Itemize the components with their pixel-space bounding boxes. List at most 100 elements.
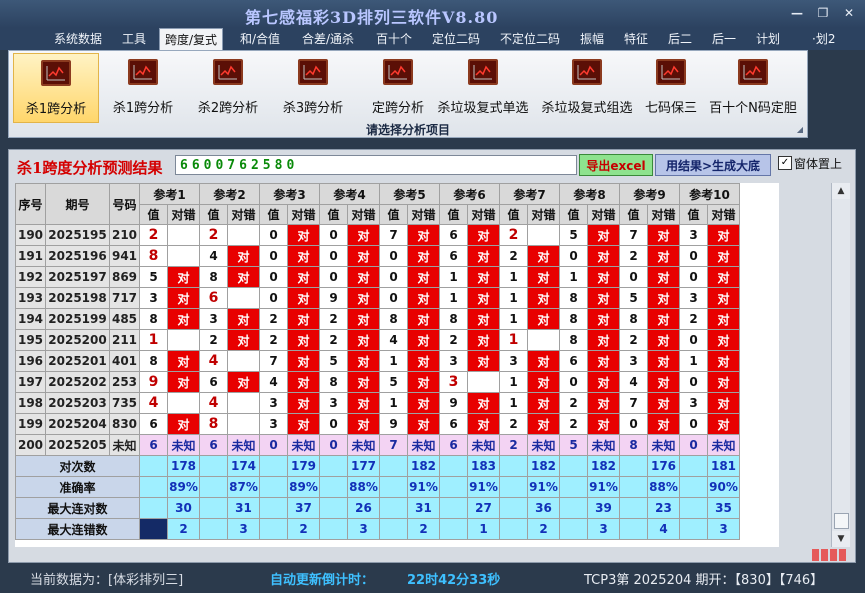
ref-hit-cell: 对 (467, 350, 500, 372)
title-bar: 第七感福彩3D排列三软件V8.80 — ❐ ✕ (0, 0, 865, 28)
row-seq: 196 (15, 350, 46, 372)
stats-value: 179 (287, 455, 320, 477)
chart-icon (128, 59, 158, 85)
stats-row: 对次数 178 174 179 177 182 183 182 182 176 181 (15, 455, 740, 477)
table-row[interactable]: 198 2025203 735 4 4 3 对 3 对 1 对 9 对 1 对 2 对 7 对 3 对 (15, 392, 740, 414)
prediction-row[interactable]: 200 2025205 未知 6 未知 6 未知 0 未知 0 未知 7 未知 6 未知 2 未知 5 未知 8 未知 0… (15, 434, 740, 456)
table-row[interactable]: 195 2025200 211 1 2 对 2 对 2 对 4 对 2 对 1 8 对 2 对 0 对 (15, 329, 740, 351)
expand-icon[interactable]: ◢ (797, 125, 803, 134)
ref-value: 6 (199, 371, 228, 393)
ref-value: 4 (379, 329, 408, 351)
ref-value: 8 (139, 308, 168, 330)
ref-value: 6 (439, 224, 468, 246)
stats-value: 91% (587, 476, 620, 498)
menu-item-4[interactable]: 和/合值 (240, 30, 280, 48)
ref-hit-cell: 对 (527, 350, 560, 372)
scroll-up-icon[interactable]: ▲ (832, 183, 850, 199)
stats-value: 2 (287, 518, 320, 540)
menu-item-9[interactable]: 振幅 (580, 30, 604, 48)
row-code: 485 (109, 308, 140, 330)
vertical-scrollbar[interactable]: ▲ ▼ (831, 183, 850, 547)
restore-icon[interactable]: ❐ (814, 6, 832, 20)
menu-item-12[interactable]: 后一 (712, 30, 736, 48)
menu-item-14[interactable]: ·划2 (812, 30, 835, 48)
row-issue: 2025197 (45, 266, 110, 288)
menu-item-7[interactable]: 定位二码 (432, 30, 480, 48)
ribbon-button-6[interactable]: 杀垃圾复式单选 (429, 53, 537, 121)
stats-spacer (559, 497, 588, 519)
table-row[interactable]: 192 2025197 869 5 对 8 对 0 对 0 对 0 对 1 对 1 对 1 对 0 对 0 对 (15, 266, 740, 288)
ref-value: 0 (679, 245, 708, 267)
menu-item-6[interactable]: 百十个 (376, 30, 412, 48)
menu-item-13[interactable]: 计划 (756, 30, 780, 48)
ref-hit-cell: 未知 (287, 434, 320, 456)
table-row[interactable]: 196 2025201 401 8 对 4 7 对 5 对 1 对 3 对 3 对 6 对 3 对 1 对 (15, 350, 740, 372)
chart-icon (738, 59, 768, 85)
ribbon-button-7[interactable]: 杀垃圾复式组选 (537, 53, 637, 121)
menu-bar: 系统数据 工具 跨度/复式 和/合值 合差/通杀 百十个 定位二码 不定位二码 振幅 特征 后二 后一… (0, 28, 865, 51)
stats-value: 89% (287, 476, 320, 498)
ref-hit-cell (227, 392, 260, 414)
result-field[interactable]: 6600762580 (175, 155, 577, 175)
ref-hit-cell: 对 (647, 392, 680, 414)
stats-value: 3 (347, 518, 380, 540)
ref-value: 3 (679, 287, 708, 309)
pin-window-checkbox[interactable]: ✓ (778, 156, 792, 170)
stats-spacer (319, 455, 348, 477)
ref-hit-cell (167, 224, 200, 246)
row-issue: 2025204 (45, 413, 110, 435)
ref-value: 8 (199, 266, 228, 288)
ribbon-button-5[interactable]: 定跨分析 (356, 53, 440, 121)
close-icon[interactable]: ✕ (840, 6, 858, 20)
menu-item-10[interactable]: 特征 (624, 30, 648, 48)
minimize-icon[interactable]: — (788, 6, 806, 20)
scroll-down-icon[interactable]: ▼ (832, 531, 850, 547)
stats-value: 2 (167, 518, 200, 540)
current-data-label: 当前数据为：[体彩排列三] (30, 573, 184, 588)
ribbon-button-4[interactable]: 杀3跨分析 (271, 53, 355, 121)
stats-value: 91% (467, 476, 500, 498)
result-title: 杀1跨度分析预测结果 (17, 159, 163, 177)
ribbon-button-1[interactable]: 杀1跨分析 (13, 53, 99, 123)
row-seq: 198 (15, 392, 46, 414)
ribbon-caption: 请选择分析项目 (365, 123, 450, 137)
ribbon-button-label: 杀1跨分析 (25, 102, 87, 117)
ref-value: 8 (619, 434, 648, 456)
ref-value: 0 (259, 224, 288, 246)
ribbon-button-2[interactable]: 杀1跨分析 (101, 53, 185, 121)
menu-item-11[interactable]: 后二 (668, 30, 692, 48)
stats-spacer (439, 476, 468, 498)
export-excel-button[interactable]: 导出excel (579, 154, 653, 176)
row-code: 253 (109, 371, 140, 393)
ref-value: 2 (139, 224, 168, 246)
ref-value: 6 (199, 287, 228, 309)
ref-hit-cell: 对 (347, 392, 380, 414)
ref-header: 参考4 (319, 183, 380, 205)
row-seq: 193 (15, 287, 46, 309)
table-row[interactable]: 190 2025195 210 2 2 0 对 0 对 7 对 6 对 2 5 对 7 对 3 对 (15, 224, 740, 246)
ref-hit-cell: 对 (707, 329, 740, 351)
table-row[interactable]: 193 2025198 717 3 对 6 0 对 9 对 0 对 1 对 1 对 8 对 5 对 3 对 (15, 287, 740, 309)
table-row[interactable]: 199 2025204 830 6 对 8 3 对 0 对 9 对 6 对 2 对 2 对 0 对 0 对 (15, 413, 740, 435)
stats-label: 最大连错数 (15, 518, 140, 540)
menu-item-8[interactable]: 不定位二码 (500, 30, 560, 48)
ribbon-button-3[interactable]: 杀2跨分析 (186, 53, 270, 121)
ref-value: 0 (379, 245, 408, 267)
menu-item-5[interactable]: 合差/通杀 (302, 30, 354, 48)
ribbon: 请选择分析项目 ◢ 杀1跨分析 杀1跨分析 杀2跨分析 杀3跨分析 定跨分析 杀垃圾复式单… (8, 50, 808, 138)
scroll-thumb[interactable] (834, 513, 849, 529)
stats-value: 37 (287, 497, 320, 519)
ribbon-button-8[interactable]: 七码保三 (641, 53, 701, 121)
generate-base-button[interactable]: 用结果>生成大底 (655, 154, 771, 176)
menu-item-2[interactable]: 工具 (122, 30, 146, 48)
ref-header: 参考10 (679, 183, 740, 205)
table-row[interactable]: 191 2025196 941 8 4 对 0 对 0 对 0 对 6 对 2 对 0 对 2 对 0 对 (15, 245, 740, 267)
ribbon-button-label: 杀1跨分析 (112, 101, 174, 116)
row-issue: 2025201 (45, 350, 110, 372)
ribbon-button-9[interactable]: 百十个N码定胆 (705, 53, 801, 121)
ref-hit-cell (527, 329, 560, 351)
table-row[interactable]: 194 2025199 485 8 对 3 对 2 对 2 对 8 对 8 对 1 对 8 对 8 对 2 对 (15, 308, 740, 330)
menu-item-1[interactable]: 系统数据 (54, 30, 102, 48)
menu-item-3[interactable]: 跨度/复式 (159, 28, 224, 51)
table-row[interactable]: 197 2025202 253 9 对 6 对 4 对 8 对 5 对 3 1 对 0 对 4 对 0 对 (15, 371, 740, 393)
